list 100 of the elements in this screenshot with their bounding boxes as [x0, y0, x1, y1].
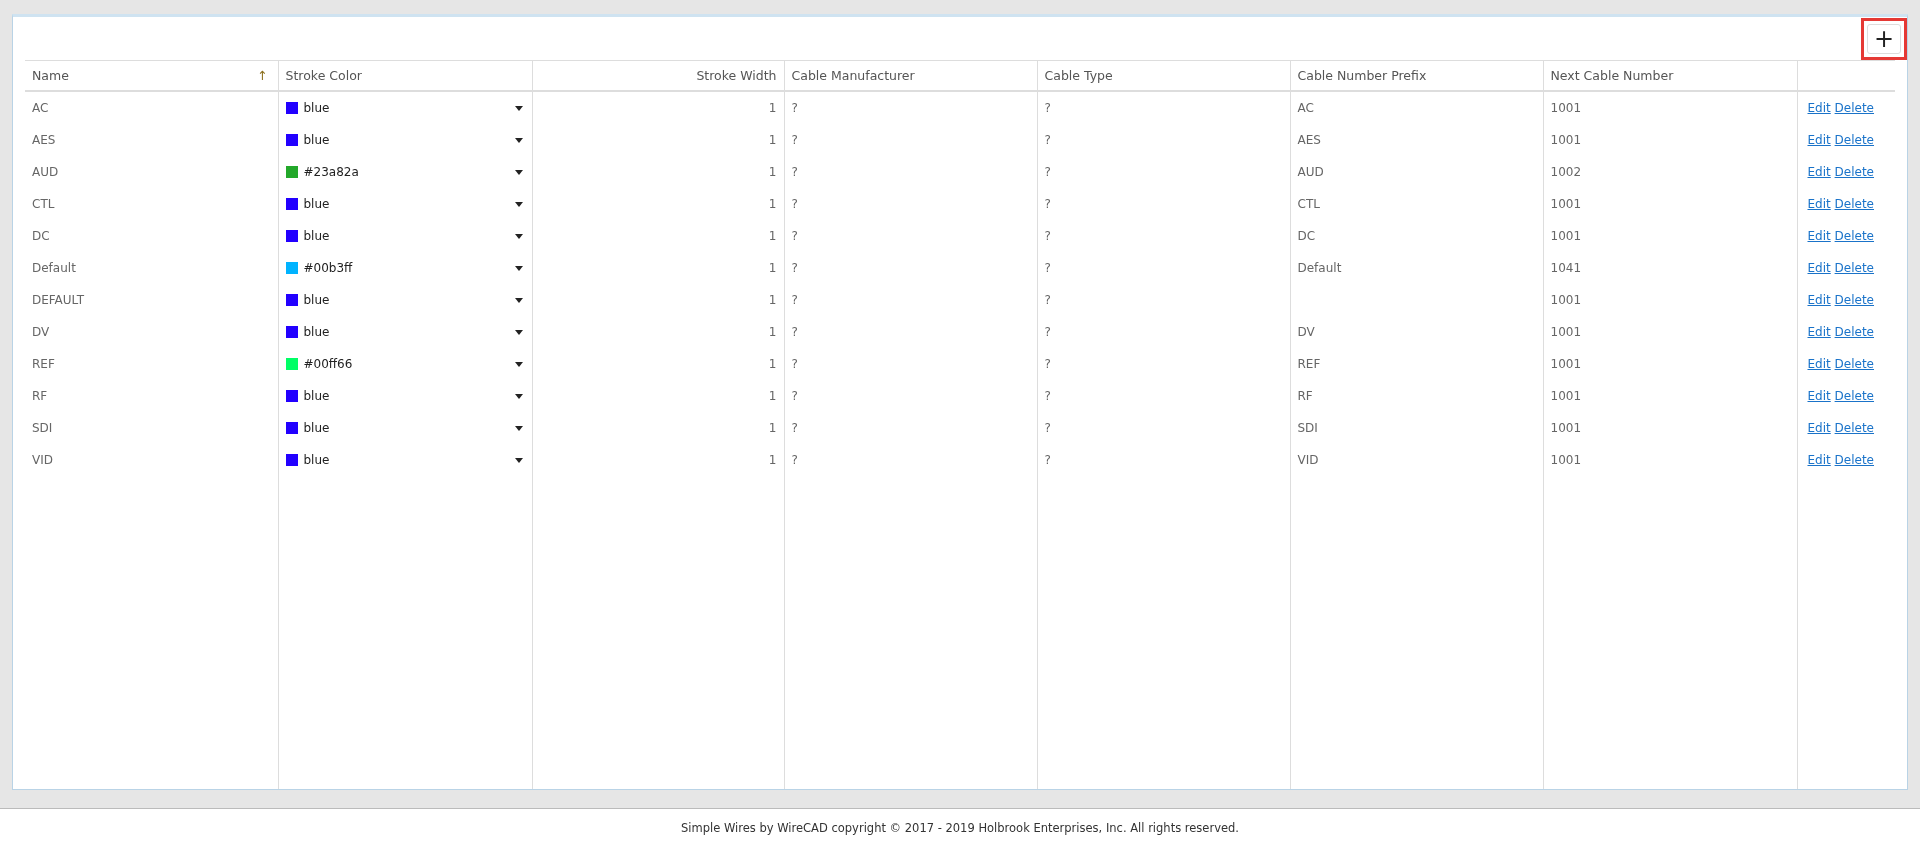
table-cell: RF: [1297, 389, 1313, 403]
caret-icon: [514, 297, 523, 303]
delete-link[interactable]: Delete: [1834, 197, 1874, 211]
color-dropdown[interactable]: blue: [285, 453, 525, 467]
edit-link[interactable]: Edit: [1807, 165, 1831, 179]
caret-icon: [514, 457, 523, 463]
table-cell: ?: [1044, 325, 1051, 339]
column-header[interactable]: Stroke Color: [285, 68, 362, 83]
table-cell: ?: [791, 165, 798, 179]
table-cell: AC: [1297, 101, 1314, 115]
table-cell: DC: [32, 229, 50, 243]
table-cell: ?: [791, 453, 798, 467]
color-dropdown[interactable]: blue: [285, 229, 525, 243]
table-cell: ?: [1044, 133, 1051, 147]
table-cell: AUD: [1297, 165, 1324, 179]
delete-link[interactable]: Delete: [1834, 101, 1874, 115]
table-cell: ?: [791, 133, 798, 147]
delete-link[interactable]: Delete: [1834, 165, 1874, 179]
edit-link[interactable]: Edit: [1807, 453, 1831, 467]
caret-icon: [514, 105, 523, 111]
color-dropdown[interactable]: #00b3ff: [285, 261, 525, 275]
table-cell: 1001: [1550, 453, 1582, 467]
edit-link[interactable]: Edit: [1807, 389, 1831, 403]
table-cell: Default: [1297, 261, 1342, 275]
delete-link[interactable]: Delete: [1834, 261, 1874, 275]
delete-link[interactable]: Delete: [1834, 229, 1874, 243]
edit-link[interactable]: Edit: [1807, 261, 1831, 275]
table-cell: 1: [768, 229, 777, 243]
table-cell: DEFAULT: [32, 293, 84, 307]
edit-link[interactable]: Edit: [1807, 229, 1831, 243]
caret-icon: [514, 201, 523, 207]
caret-icon: [514, 329, 523, 335]
table-cell: CTL: [1297, 197, 1320, 211]
edit-link[interactable]: Edit: [1807, 197, 1831, 211]
delete-link[interactable]: Delete: [1834, 357, 1874, 371]
table-cell: ?: [791, 261, 798, 275]
table-cell: ?: [1044, 165, 1051, 179]
color-dropdown[interactable]: blue: [285, 133, 525, 147]
table-cell: 1001: [1550, 101, 1582, 115]
table-cell: ?: [1044, 421, 1051, 435]
color-dropdown[interactable]: blue: [285, 101, 525, 115]
table-cell: ?: [1044, 101, 1051, 115]
table-cell: ?: [791, 357, 798, 371]
edit-link[interactable]: Edit: [1807, 133, 1831, 147]
sort-arrow-icon: ↑: [257, 68, 268, 83]
table-cell: 1: [768, 357, 777, 371]
color-dropdown[interactable]: #23a82a: [285, 165, 525, 179]
table-cell: 1: [768, 133, 777, 147]
color-dropdown[interactable]: blue: [285, 197, 525, 211]
table-cell: 1: [768, 261, 777, 275]
table-cell: 1001: [1550, 229, 1582, 243]
caret-icon: [514, 361, 523, 367]
edit-link[interactable]: Edit: [1807, 293, 1831, 307]
delete-link[interactable]: Delete: [1834, 293, 1874, 307]
copyright-text: Simple Wires by WireCAD copyright © 2017 - 2019 Holbrook Enterprises, Inc. All rights reserved.: [681, 820, 1239, 835]
table-cell: 1001: [1550, 421, 1582, 435]
table-cell: 1001: [1550, 197, 1582, 211]
table-cell: ?: [791, 293, 798, 307]
table-cell: 1002: [1550, 165, 1582, 179]
delete-link[interactable]: Delete: [1834, 325, 1874, 339]
table-cell: 1: [768, 165, 777, 179]
caret-icon: [514, 393, 523, 399]
table-cell: ?: [1044, 229, 1051, 243]
caret-icon: [514, 169, 523, 175]
edit-link[interactable]: Edit: [1807, 421, 1831, 435]
color-dropdown[interactable]: blue: [285, 421, 525, 435]
edit-link[interactable]: Edit: [1807, 357, 1831, 371]
table-cell: ?: [791, 421, 798, 435]
caret-icon: [514, 425, 523, 431]
table-cell: ?: [1044, 197, 1051, 211]
table-cell: DC: [1297, 229, 1316, 243]
table-cell: SDI: [32, 421, 53, 435]
color-dropdown[interactable]: blue: [285, 293, 525, 307]
edit-link[interactable]: Edit: [1807, 101, 1831, 115]
column-header[interactable]: Cable Type: [1044, 68, 1113, 83]
table-cell: AUD: [32, 165, 59, 179]
table-cell: ?: [1044, 261, 1051, 275]
table-cell: ?: [1044, 293, 1051, 307]
color-dropdown[interactable]: #00ff66: [285, 357, 525, 371]
table-cell: 1: [768, 197, 777, 211]
column-header[interactable]: Name: [32, 68, 69, 83]
add-button[interactable]: +: [1867, 23, 1901, 54]
table-cell: 1: [768, 293, 777, 307]
column-header[interactable]: Stroke Width: [696, 68, 777, 83]
delete-link[interactable]: Delete: [1834, 133, 1874, 147]
table-cell: AES: [1297, 133, 1321, 147]
table-cell: AES: [32, 133, 56, 147]
edit-link[interactable]: Edit: [1807, 325, 1831, 339]
table-cell: ?: [791, 389, 798, 403]
delete-link[interactable]: Delete: [1834, 453, 1874, 467]
table-cell: ?: [1044, 357, 1051, 371]
table-cell: VID: [1297, 453, 1319, 467]
table-cell: ?: [791, 229, 798, 243]
table-cell: 1001: [1550, 357, 1582, 371]
delete-link[interactable]: Delete: [1834, 421, 1874, 435]
delete-link[interactable]: Delete: [1834, 389, 1874, 403]
table-cell: ?: [1044, 389, 1051, 403]
color-dropdown[interactable]: blue: [285, 325, 525, 339]
table-cell: 1001: [1550, 293, 1582, 307]
color-dropdown[interactable]: blue: [285, 389, 525, 403]
